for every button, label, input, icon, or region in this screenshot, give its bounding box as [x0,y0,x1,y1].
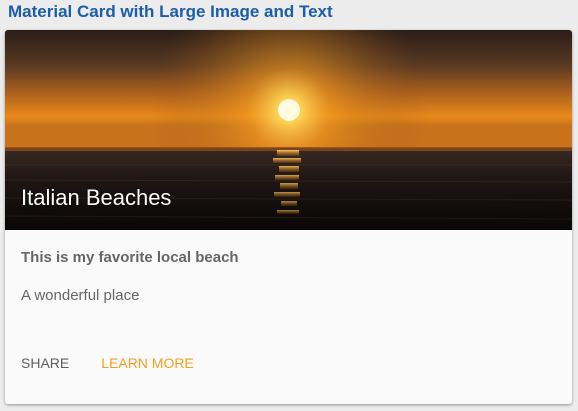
page-title: Material Card with Large Image and Text [8,2,333,21]
learn-more-button[interactable]: LEARN MORE [93,348,202,378]
card-image: Italian Beaches [5,30,572,230]
material-card: Italian Beaches This is my favorite loca… [5,30,572,404]
page: Material Card with Large Image and Text [0,0,578,411]
card-subtitle: This is my favorite local beach [21,249,239,266]
card-supporting-text: A wonderful place [21,287,140,304]
card-title: Italian Beaches [21,185,172,210]
share-button[interactable]: SHARE [13,348,77,378]
card-actions: SHARE LEARN MORE [13,348,218,378]
